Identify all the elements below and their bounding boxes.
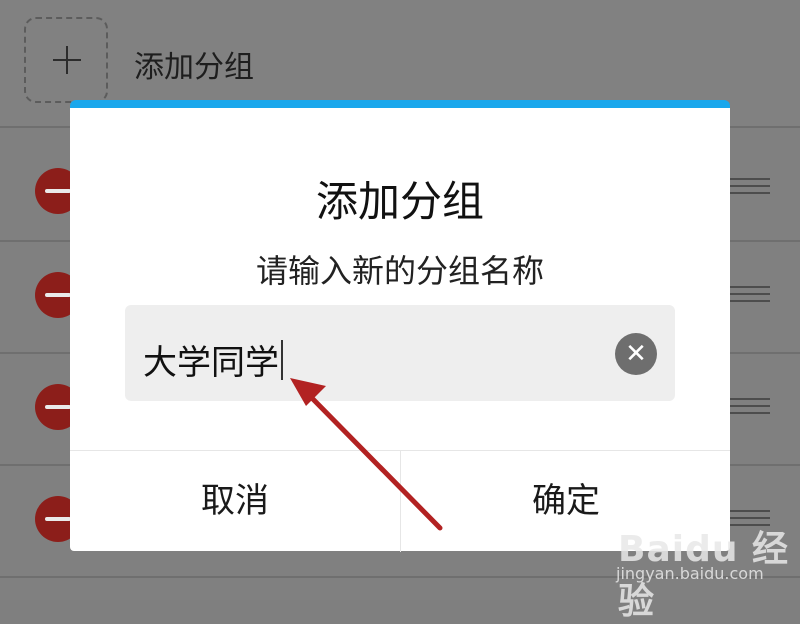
add-group-button[interactable]: [24, 17, 108, 103]
clear-icon[interactable]: ✕: [615, 333, 657, 375]
add-group-dialog: 添加分组 请输入新的分组名称 大学同学 ✕ 取消 确定: [70, 100, 730, 552]
plus-icon-vertical: [66, 46, 68, 74]
dialog-subtitle: 请输入新的分组名称: [255, 252, 544, 290]
baidu-watermark: Baidu 经验 jingyan.baidu.com: [610, 510, 790, 622]
dialog-title: 添加分组: [315, 177, 484, 226]
add-group-label: 添加分组: [134, 50, 254, 85]
group-name-input[interactable]: 大学同学 ✕: [125, 305, 675, 401]
group-name-value: 大学同学: [143, 343, 279, 383]
drag-handle-icon[interactable]: [730, 398, 770, 418]
cancel-button[interactable]: 取消: [70, 451, 400, 552]
group-name-input-text[interactable]: 大学同学: [143, 335, 283, 384]
watermark-url: jingyan.baidu.com: [616, 564, 764, 583]
drag-handle-icon[interactable]: [730, 178, 770, 198]
drag-handle-icon[interactable]: [730, 286, 770, 306]
text-caret: [281, 339, 283, 380]
